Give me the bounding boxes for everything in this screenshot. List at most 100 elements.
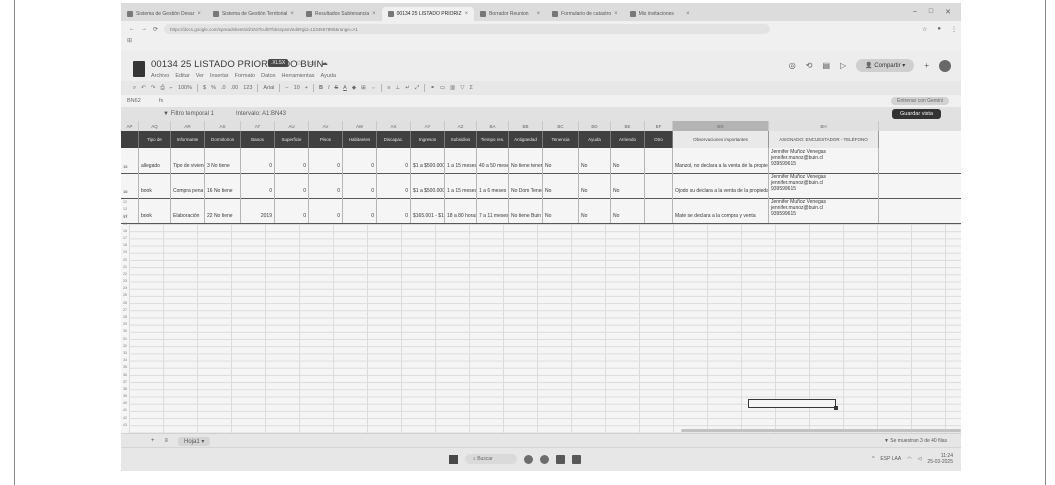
edge-icon[interactable] (540, 454, 549, 464)
table-cell[interactable]: 3 No tiene (205, 148, 241, 173)
table-cell[interactable]: $165.001 - $1 (411, 198, 445, 223)
table-cell[interactable]: Ojodo su declara a la venta de la propie… (673, 173, 769, 198)
table-cell[interactable]: No (543, 198, 579, 223)
browser-tab[interactable]: Resultados Subtenancia × (300, 7, 382, 21)
bold-icon[interactable]: B (319, 85, 323, 91)
close-icon[interactable]: × (372, 11, 376, 17)
maximize-button[interactable]: □ (929, 8, 933, 16)
row-number[interactable]: 15 (121, 148, 139, 173)
table-cell[interactable]: $1 a $500.000 (411, 148, 445, 173)
table-cell[interactable]: 0 (377, 148, 411, 173)
row-number[interactable]: 41 (121, 407, 129, 414)
column-header[interactable]: BC (543, 121, 579, 131)
row-number[interactable]: 23 (121, 278, 129, 285)
minimize-button[interactable]: – (913, 8, 917, 16)
table-cell[interactable]: No (579, 148, 611, 173)
table-cell[interactable]: book (139, 173, 171, 198)
table-cell[interactable]: 1 a 15 meses (445, 173, 477, 198)
header-cell[interactable]: Subsidios (445, 131, 477, 148)
row-number[interactable]: 36 (121, 372, 129, 379)
header-cell[interactable]: Arriendo (611, 131, 645, 148)
browser-tab[interactable]: Sistema de Gestión Desar × (121, 7, 207, 21)
filter-view-name[interactable]: ▼ Filtro temporal 1 (163, 111, 214, 117)
table-cell[interactable]: 1 a 6 meses (477, 173, 509, 198)
header-cell[interactable]: Habitantes (343, 131, 377, 148)
row-number[interactable]: 32 (121, 343, 129, 350)
table-cell[interactable]: No tiene Buin (509, 198, 543, 223)
table-cell[interactable]: 0 (275, 198, 309, 223)
undo-icon[interactable]: ↶ (141, 85, 146, 91)
table-cell[interactable]: 0 (241, 148, 275, 173)
close-icon[interactable]: × (686, 11, 690, 17)
share-button[interactable]: 👤 Compartir ▾ (856, 59, 915, 72)
table-cell[interactable]: Mate se declara a la compra y venta (673, 198, 769, 223)
volume-icon[interactable]: ◁ (918, 456, 922, 462)
row-number[interactable]: 39 (121, 393, 129, 400)
gemini-button[interactable]: Entrenar con Gemini (891, 97, 949, 105)
table-cell[interactable]: No (543, 173, 579, 198)
column-header[interactable]: BF (645, 121, 673, 131)
profile-icon[interactable]: ● (937, 26, 941, 33)
link-icon[interactable]: ⚭ (430, 85, 435, 91)
menu-archivo[interactable]: Archivo (151, 73, 169, 79)
font-size-increase-icon[interactable]: + (305, 85, 308, 91)
font-size-decrease-icon[interactable]: − (285, 85, 288, 91)
assigned-cell[interactable]: Jennifer Muñoz Venegas jennifer.munoz@bui… (769, 173, 879, 198)
table-cell[interactable]: 0 (343, 173, 377, 198)
borders-icon[interactable]: ⊞ (361, 85, 366, 91)
column-header[interactable]: AP (121, 121, 139, 131)
table-cell[interactable]: Manzol, no declara a la venta de la prop… (673, 148, 769, 173)
star-icon[interactable]: ☆ (296, 59, 302, 67)
row-number[interactable]: 42 (121, 415, 129, 422)
row-number[interactable]: 40 (121, 400, 129, 407)
wifi-icon[interactable]: ◠ (907, 456, 911, 462)
row-number[interactable]: 38 (121, 386, 129, 393)
decimal-decrease-icon[interactable]: .0 (221, 85, 226, 91)
table-cell[interactable]: 1 a 15 meses (445, 148, 477, 173)
row-number[interactable]: 16 (121, 173, 139, 198)
number-format-icon[interactable]: 123 (243, 85, 252, 91)
header-cell[interactable]: Dormitorios (205, 131, 241, 148)
sheet-tab[interactable]: Hoja1 ▾ (178, 436, 211, 446)
print-icon[interactable]: ⎙ (160, 85, 164, 92)
table-cell[interactable]: Tipo de vivienda (171, 148, 205, 173)
comment-icon[interactable]: ▭ (440, 85, 445, 91)
row-number[interactable]: 16 (121, 228, 129, 235)
taskbar-search[interactable]: ⌕ Buscar (465, 454, 517, 464)
menu-ver[interactable]: Ver (196, 73, 204, 79)
zoom-select[interactable]: 100% (178, 85, 192, 91)
start-menu-icon[interactable] (449, 454, 458, 464)
name-box[interactable]: BN62 (121, 98, 159, 104)
filter-icon[interactable]: ▽ (460, 85, 464, 91)
forward-icon[interactable]: → (141, 26, 147, 32)
row-number[interactable]: 22 (121, 271, 129, 278)
header-cell[interactable]: Antigüedad (509, 131, 543, 148)
table-cell[interactable]: No (611, 148, 645, 173)
header-cell[interactable]: Ingresos (411, 131, 445, 148)
column-header[interactable]: AQ (139, 121, 171, 131)
table-cell[interactable]: 40 a 50 meses (477, 148, 509, 173)
table-cell[interactable]: No (579, 173, 611, 198)
spreadsheet-grid[interactable]: AP AQ AR AS AT AU AV AW AX AY AZ BA BB BC BD BE BF BG BH T… (121, 121, 961, 433)
browser-tab[interactable]: Formulario de catastro × (546, 7, 624, 21)
chart-icon[interactable]: ▥ (450, 85, 455, 91)
assigned-cell[interactable]: Jennifer Muñoz Venegas jennifer.munoz@bui… (769, 198, 879, 223)
close-window-button[interactable]: ✕ (945, 8, 951, 16)
header-cell[interactable]: Banos (241, 131, 275, 148)
decimal-increase-icon[interactable]: .00 (231, 85, 239, 91)
chrome-icon[interactable] (524, 454, 533, 464)
table-cell[interactable]: No (543, 148, 579, 173)
meet-icon[interactable]: ▷ (840, 61, 846, 70)
row-number[interactable]: 24 (121, 285, 129, 292)
filter-range[interactable]: Intervalo: A1:BN43 (236, 111, 286, 117)
menu-editar[interactable]: Editar (175, 73, 189, 79)
header-cell[interactable]: Tenencia (543, 131, 579, 148)
header-cell[interactable]: Ayuda (579, 131, 611, 148)
avatar[interactable] (939, 59, 951, 72)
header-cell[interactable]: Superficie (275, 131, 309, 148)
menu-kebab-icon[interactable]: ⋮ (951, 26, 957, 33)
row-number[interactable]: 17 (121, 235, 129, 242)
row-number[interactable]: 14 (121, 213, 129, 220)
clock[interactable]: 11:24 25-03-2025 (927, 453, 953, 465)
column-header[interactable]: BH (769, 121, 879, 131)
